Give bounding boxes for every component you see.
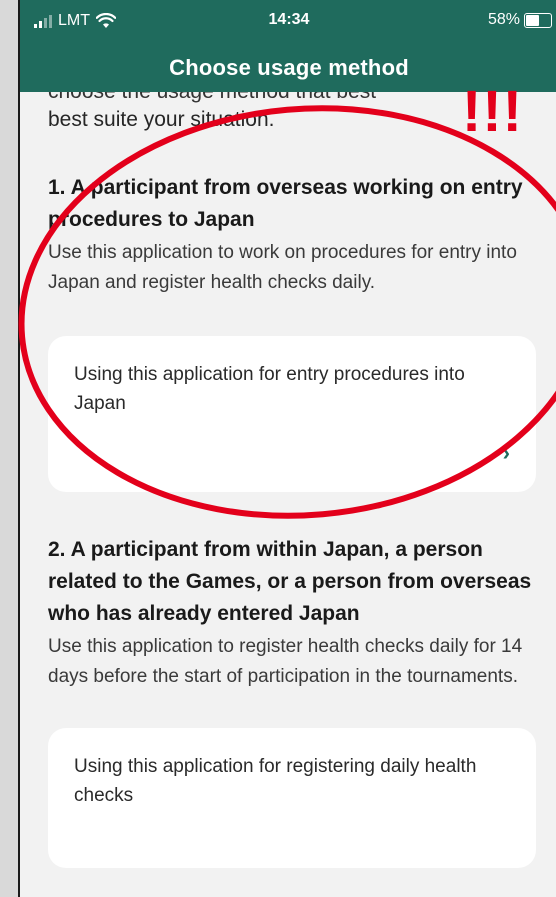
battery-level — [526, 14, 539, 26]
section-2-title: 2. A participant from within Japan, a pe… — [48, 538, 532, 625]
screenshot-frame: LMT 14:34 58% Choose usage method best s… — [0, 0, 556, 897]
section-2: 2. A participant from within Japan, a pe… — [48, 534, 536, 868]
annotation-exclamation: !!! — [462, 79, 523, 144]
chevron-right-icon: › — [502, 440, 510, 465]
entry-procedures-option[interactable]: Using this application for entry procedu… — [48, 336, 536, 492]
entry-procedures-option-label: Using this application for entry procedu… — [74, 364, 465, 414]
status-right: 58% — [488, 11, 552, 29]
status-time: 14:34 — [268, 11, 310, 28]
main-content[interactable]: choose the usage method that best best s… — [48, 92, 536, 868]
daily-health-check-option[interactable]: Using this application for registering d… — [48, 728, 536, 868]
section-1-title: 1. A participant from overseas working o… — [48, 176, 523, 231]
section-2-description: Use this application to register health … — [48, 636, 523, 687]
battery-percent: 58% — [487, 11, 520, 28]
status-bar: LMT 14:34 58% — [20, 0, 556, 40]
section-1-description: Use this application to work on procedur… — [48, 242, 517, 293]
section-1: 1. A participant from overseas working o… — [48, 172, 536, 492]
battery-icon — [524, 12, 552, 28]
daily-health-check-option-label: Using this application for registering d… — [74, 756, 477, 806]
